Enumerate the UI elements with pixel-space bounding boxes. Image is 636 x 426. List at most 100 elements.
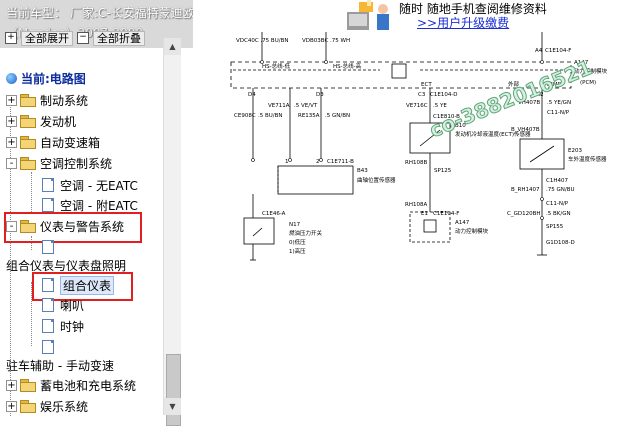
tree-item-label: 空调 - 无EATC xyxy=(60,178,138,193)
vehicle-title: 当前车型： 厂家:C-长安福特蒙迪欧（致胜） xyxy=(6,6,193,20)
diagram-label: .5 GN/BN xyxy=(325,113,350,119)
diagram-label: VE711A xyxy=(268,103,290,109)
diagram-label: .5 BK/GN xyxy=(546,211,571,217)
tree-item-auto-transmission[interactable]: + 自动变速箱 xyxy=(6,133,100,151)
document-icon xyxy=(42,298,54,312)
expand-toggle-icon[interactable]: + xyxy=(6,115,17,127)
document-icon xyxy=(42,340,54,354)
folder-icon xyxy=(20,400,36,413)
diagram-label: RE135A xyxy=(298,113,320,119)
folder-icon xyxy=(20,94,36,107)
diagram-label: CE908C xyxy=(234,113,256,119)
diagram-label: E203 xyxy=(568,148,582,154)
diagram-label: SP155 xyxy=(546,224,564,230)
diagram-label: C1E104-D xyxy=(430,92,458,98)
tree-guide-line xyxy=(31,172,32,212)
diagram-label: .5 YE xyxy=(433,103,447,109)
diagram-label: 动力控制模块 xyxy=(455,227,489,235)
diagram-label: RH108A xyxy=(405,202,427,208)
diagram-label: 1 xyxy=(285,159,289,165)
diagram-label: 车外温度传感器 xyxy=(568,155,607,163)
expand-toggle-icon[interactable]: + xyxy=(6,136,17,148)
diagram-label: A147 xyxy=(455,220,470,226)
tree-item-label: 发动机 xyxy=(40,114,77,129)
diagram-label: C1H407 xyxy=(546,178,568,184)
tree-item-ac-control[interactable]: - 空调控制系统 xyxy=(6,154,112,172)
diagram-label: C11-N/P xyxy=(547,110,570,116)
tree-item-blank-doc[interactable] xyxy=(42,238,60,256)
diagram-label: ECT xyxy=(421,82,432,88)
tree-item-label: 娱乐系统 xyxy=(40,399,89,414)
diagram-label: C1E104-F xyxy=(545,48,571,54)
collapse-toggle-icon[interactable]: - xyxy=(6,157,17,169)
wiring-diagram: VDC40C .75 BU/BN VDB03BC .75 WH A4 C1E10… xyxy=(230,32,608,261)
expand-icon: + xyxy=(5,32,17,44)
diagram-label: C3 xyxy=(418,92,426,98)
diagram-label: HS-总线-高 xyxy=(333,62,362,70)
collapse-icon: − xyxy=(77,32,89,44)
collapse-all-button[interactable]: 全部折叠 xyxy=(93,30,145,46)
tree-item-battery-charging[interactable]: + 蓄电池和充电系统 xyxy=(6,376,136,394)
diagram-label: C_GD120BH xyxy=(507,211,541,217)
expand-toggle-icon[interactable]: + xyxy=(6,94,17,106)
diagram-label: C1E711-B xyxy=(327,159,354,165)
tree-item-label: 蓄电池和充电系统 xyxy=(40,378,137,393)
diagram-label: C1E104-F xyxy=(433,211,459,217)
expand-toggle-icon[interactable]: + xyxy=(6,400,17,412)
diagram-label: B_RH1407 xyxy=(511,187,540,193)
diagram-label: 0)低压 xyxy=(289,238,306,246)
tree-item-horn[interactable]: 喇叭 xyxy=(42,296,84,314)
tree-item-brake[interactable]: + 制动系统 xyxy=(6,91,88,109)
diagram-label: C11-N/P xyxy=(546,201,569,207)
document-icon xyxy=(42,240,54,254)
tree-item-label: 自动变速箱 xyxy=(40,135,101,150)
diagram-label: A4 xyxy=(535,48,543,54)
tree-item-label: 制动系统 xyxy=(40,93,89,108)
upgrade-link[interactable]: >>用户升级缴费 xyxy=(417,14,509,31)
diagram-label: G1D108-D xyxy=(546,240,575,246)
tree-item-clock[interactable]: 时钟 xyxy=(42,317,84,335)
diagram-label: C1E46-A xyxy=(262,211,286,217)
upgrade-banner: 随时 随地手机查阅维修资料 >>用户升级缴费 xyxy=(333,0,636,32)
scroll-thumb[interactable] xyxy=(166,354,181,426)
diagram-label: .5 BU/BN xyxy=(258,113,283,119)
document-icon xyxy=(42,178,54,192)
tree-item-engine[interactable]: + 发动机 xyxy=(6,112,76,130)
scroll-up-icon[interactable]: ▲ xyxy=(164,38,181,55)
folder-icon xyxy=(20,115,36,128)
diagram-label: VE716C xyxy=(406,103,428,109)
tree-group-label: 驻车辅助 - 手动变速 xyxy=(6,358,114,373)
diagram-label: D3 xyxy=(316,92,324,98)
current-location-label: 当前:电路图 xyxy=(21,71,86,86)
diagram-label: RH108B xyxy=(405,160,427,166)
tree-item-ac-no-eatc[interactable]: 空调 - 无EATC xyxy=(42,176,138,194)
diagram-label: .5 YE/GN xyxy=(547,100,571,106)
diagram-label: .5 VE/VT xyxy=(294,103,318,109)
folder-icon xyxy=(20,136,36,149)
tree-group-parking-aid: 驻车辅助 - 手动变速 xyxy=(6,356,114,374)
diagram-label: N17 xyxy=(289,222,301,228)
document-icon xyxy=(42,319,54,333)
expand-toggle-icon[interactable]: + xyxy=(6,379,17,391)
diagram-label: 曲轴位置传感器 xyxy=(357,176,396,184)
app-window: { "header": { "title_line1": "当前车型： 厂家:C… xyxy=(0,0,636,426)
mechanic-icon xyxy=(347,0,389,30)
expand-all-button[interactable]: 全部展开 xyxy=(21,30,73,46)
tree-item-entertainment[interactable]: + 娱乐系统 xyxy=(6,397,88,415)
globe-icon xyxy=(6,72,17,84)
diagram-label: 1)高压 xyxy=(289,247,306,255)
diagram-label: D4 xyxy=(248,92,256,98)
tree-item-label: 空调控制系统 xyxy=(40,156,113,171)
diagram-label: SP125 xyxy=(434,168,452,174)
tree-item-blank-doc[interactable] xyxy=(42,338,60,356)
tree-group-label: 组合仪表与仪表盘照明 xyxy=(6,258,127,273)
document-icon xyxy=(42,198,54,212)
diagram-label: B_VH407B xyxy=(511,127,540,133)
tree-scrollbar[interactable]: ▲ ▼ xyxy=(163,38,181,426)
diagram-label: .75 GN/BU xyxy=(546,187,575,193)
diagram-label: 燃油压力开关 xyxy=(289,229,323,237)
scroll-down-icon[interactable]: ▼ xyxy=(164,398,181,415)
tree-toolbar: + 全部展开 − 全部折叠 xyxy=(5,30,145,46)
diagram-label: E1 xyxy=(421,211,428,217)
folder-icon xyxy=(20,379,36,392)
